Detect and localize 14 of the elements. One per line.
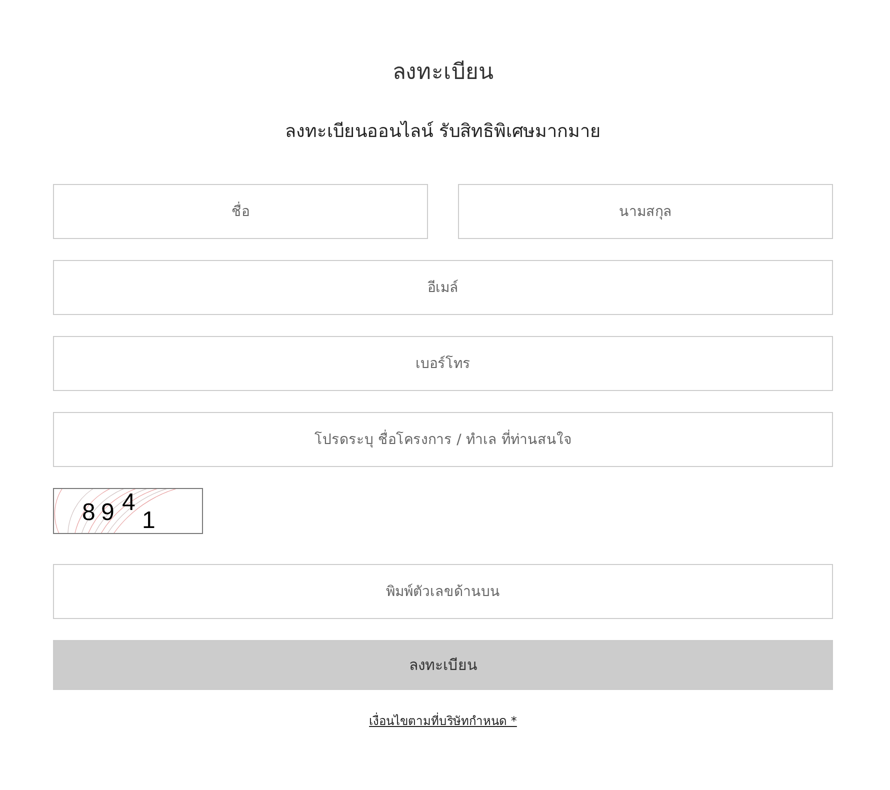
captcha-digit: 8	[82, 501, 96, 525]
register-button[interactable]: ลงทะเบียน	[53, 640, 833, 690]
page-subtitle: ลงทะเบียนออนไลน์ รับสิทธิพิเศษมากมาย	[284, 120, 602, 144]
input-field[interactable]: โปรดระบุ ชื่อโครงการ / ทำเล ที่ท่านสนใจ	[53, 412, 833, 467]
page-title: ลงทะเบียน	[392, 59, 494, 87]
last-name-field[interactable]: นามสกุล	[458, 184, 833, 239]
captcha-digit: 1	[142, 509, 156, 533]
captcha-digit: 4	[122, 491, 136, 515]
first-name-field[interactable]: ชื่อ	[53, 184, 428, 239]
terms-link[interactable]: เงื่อนไขตามที่บริษัทกำหนด *	[369, 714, 517, 728]
captcha-field[interactable]: พิมพ์ตัวเลขด้านบน	[53, 564, 833, 619]
input-field[interactable]: เบอร์โทร	[53, 336, 833, 391]
input-field[interactable]: อีเมล์	[53, 260, 833, 315]
captcha-digit: 9	[101, 501, 114, 525]
